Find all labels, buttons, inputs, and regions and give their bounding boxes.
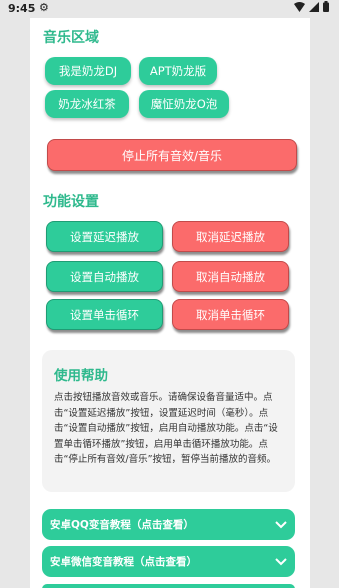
help-title: 使用帮助 (54, 368, 108, 384)
chevron-down-icon (275, 521, 287, 529)
accordion-wechat-tutorial[interactable]: 安卓微信变音教程（点击查看） (42, 546, 295, 577)
cancel-autoplay-button[interactable]: 取消自动播放 (172, 261, 289, 292)
main-card: 音乐区域 我是奶龙DJ APT奶龙版 奶龙冰红茶 魔怔奶龙O泡 停止所有音效/音… (30, 18, 310, 588)
music-button-bubble[interactable]: 魔怔奶龙O泡 (139, 90, 229, 118)
set-loop-button[interactable]: 设置单击循环 (46, 299, 163, 330)
cancel-delay-button[interactable]: 取消延迟播放 (172, 221, 289, 252)
music-button-apt[interactable]: APT奶龙版 (139, 57, 217, 85)
cancel-loop-button[interactable]: 取消单击循环 (172, 299, 289, 330)
accordion-partial[interactable] (42, 584, 295, 588)
battery-icon (323, 1, 329, 12)
music-button-icetea[interactable]: 奶龙冰红茶 (45, 90, 129, 118)
help-panel: 使用帮助 点击按钮播放音效或音乐。请确保设备音量适中。点击“设置延迟播放”按钮，… (42, 350, 295, 492)
accordion-qq-tutorial[interactable]: 安卓QQ变音教程（点击查看） (42, 509, 295, 540)
gear-icon: ⚙ (39, 1, 49, 14)
set-delay-button[interactable]: 设置延迟播放 (46, 221, 163, 252)
music-section-title: 音乐区域 (43, 30, 99, 46)
chevron-down-icon (275, 558, 287, 566)
status-icons (294, 1, 329, 12)
accordion-wechat-label: 安卓微信变音教程（点击查看） (50, 556, 197, 568)
set-autoplay-button[interactable]: 设置自动播放 (46, 261, 163, 292)
status-bar: 9:45 ⚙ (0, 0, 339, 18)
functions-section-title: 功能设置 (43, 194, 99, 210)
wifi-icon (294, 1, 305, 12)
status-time: 9:45 (8, 2, 36, 15)
accordion-qq-label: 安卓QQ变音教程（点击查看） (50, 519, 194, 531)
signal-icon (309, 1, 319, 12)
stop-all-button[interactable]: 停止所有音效/音乐 (47, 139, 297, 171)
help-text: 点击按钮播放音效或音乐。请确保设备音量适中。点击“设置延迟播放”按钮，设置延迟时… (54, 392, 278, 465)
music-button-dj[interactable]: 我是奶龙DJ (45, 57, 131, 85)
